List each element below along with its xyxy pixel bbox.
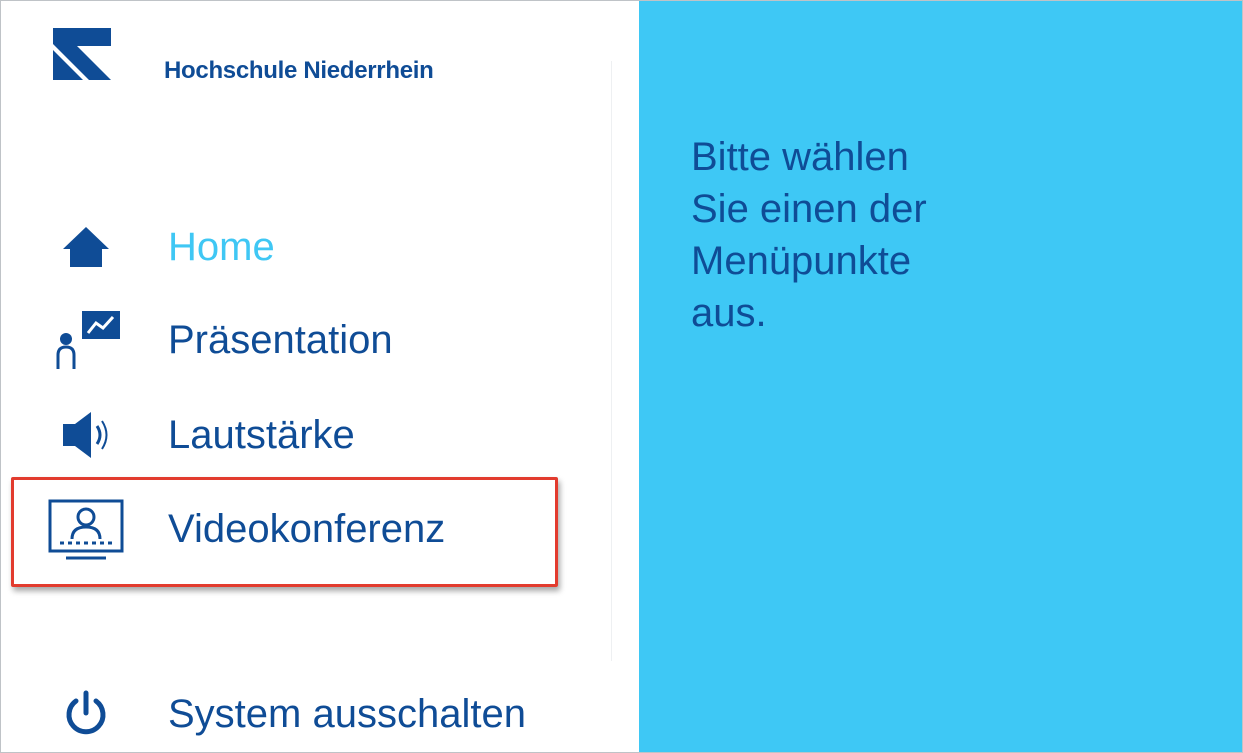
sidebar-item-volume[interactable]: Lautstärke: [41, 395, 561, 475]
sidebar: Hochschule Niederrhein Home Präsentation…: [1, 1, 639, 752]
org-name: Hochschule Niederrhein: [164, 57, 434, 84]
touch-panel-frame: Hochschule Niederrhein Home Präsentation…: [0, 0, 1243, 753]
instruction-message: Bitte wählen Sie einen der Menüpunkte au…: [691, 131, 1051, 339]
sidebar-item-shutdown[interactable]: System ausschalten: [41, 674, 561, 752]
sidebar-item-label: Lautstärke: [168, 412, 355, 457]
message-line: Bitte wählen: [691, 135, 909, 179]
sidebar-item-label: System ausschalten: [168, 691, 526, 736]
sidebar-divider: [611, 61, 612, 661]
presentation-icon: [41, 300, 131, 380]
message-line: Sie einen der: [691, 187, 927, 231]
main-content-panel: Bitte wählen Sie einen der Menüpunkte au…: [639, 1, 1242, 752]
sidebar-item-label: Home: [168, 224, 275, 269]
power-icon: [41, 674, 131, 752]
message-line: aus.: [691, 291, 767, 335]
sidebar-item-presentation[interactable]: Präsentation: [41, 300, 561, 380]
sidebar-item-label: Präsentation: [168, 317, 393, 362]
sidebar-item-home[interactable]: Home: [41, 207, 561, 287]
highlight-annotation-box: [11, 477, 558, 587]
home-icon: [41, 207, 131, 287]
hsnr-logo-icon: [51, 26, 113, 87]
speaker-icon: [41, 395, 131, 475]
message-line: Menüpunkte: [691, 239, 912, 283]
